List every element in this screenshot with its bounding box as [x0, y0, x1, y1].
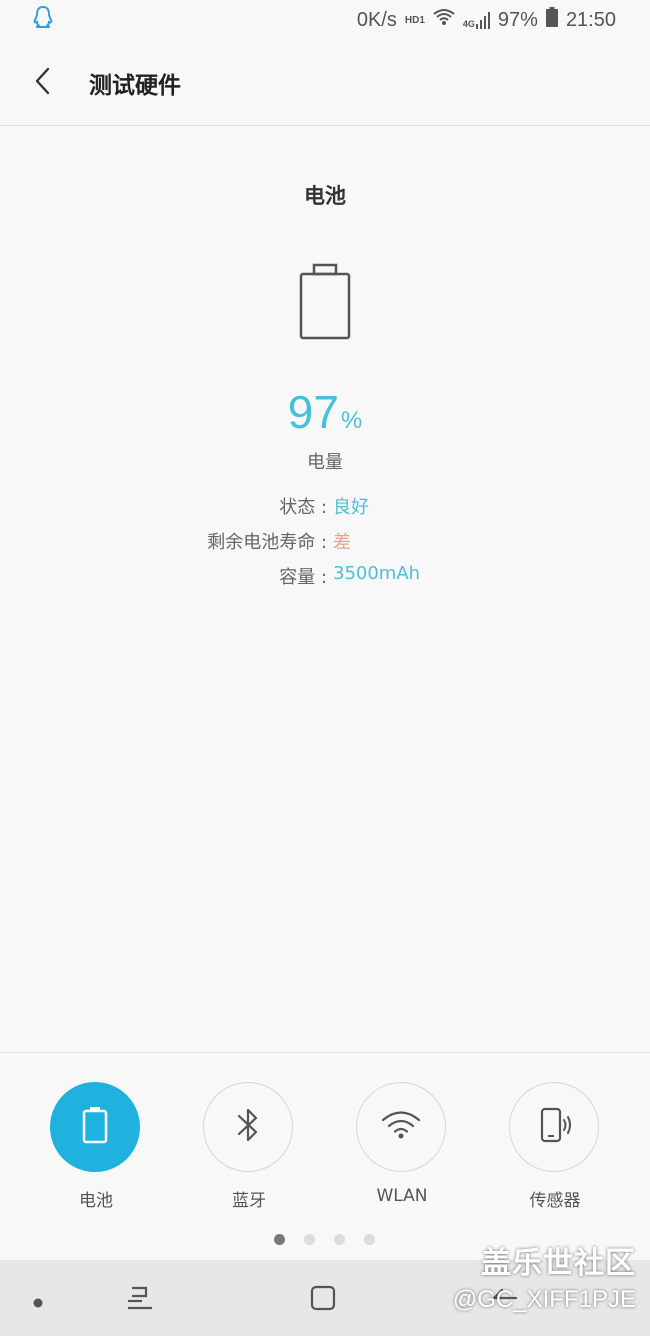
watermark-handle: @GC_XIFF1PJE — [452, 1286, 636, 1313]
wifi-status-icon — [433, 8, 455, 32]
status-bar: 0K/s HD1 4G 97% 21:50 — [0, 0, 650, 40]
info-label: 剩余电池寿命 : — [207, 532, 327, 553]
page-dot-1[interactable] — [274, 1234, 285, 1245]
battery-percent: 97% — [497, 8, 538, 31]
tool-circle — [203, 1082, 293, 1172]
info-label: 容量 : — [279, 567, 327, 588]
clock: 21:50 — [565, 8, 616, 31]
battery-large-icon — [298, 262, 352, 346]
info-value: 良好 — [333, 497, 369, 518]
battery-percent-display: 97% — [0, 385, 650, 439]
network-speed: 0K/s — [356, 8, 397, 31]
chevron-left-icon — [35, 67, 51, 99]
tool-label: 蓝牙 — [232, 1191, 266, 1211]
info-value: 3500mAh — [333, 563, 421, 584]
tool-label: 传感器 — [529, 1191, 581, 1211]
battery-icon — [82, 1106, 108, 1148]
charge-label: 电量 — [307, 452, 343, 473]
tool-wlan-button[interactable]: WLAN — [356, 1082, 448, 1206]
percent-unit: % — [340, 407, 363, 434]
tool-bluetooth-button[interactable]: 蓝牙 — [203, 1082, 295, 1211]
watermark-title: 盖乐世社区 — [481, 1247, 636, 1280]
home-button[interactable] — [309, 1284, 337, 1316]
nav-dot-button[interactable] — [33, 1293, 43, 1312]
percent-value: 97 — [287, 386, 339, 438]
bluetooth-icon — [236, 1106, 260, 1148]
wifi-icon — [381, 1110, 421, 1144]
phone-vibrate-icon — [534, 1106, 574, 1148]
home-icon — [309, 1285, 337, 1316]
page-dot-2[interactable] — [304, 1234, 315, 1245]
tool-label: 电池 — [79, 1191, 113, 1211]
page-indicator — [274, 1234, 375, 1245]
back-button[interactable] — [0, 40, 86, 126]
divider — [0, 1052, 650, 1053]
cell-signal-icon: 4G — [463, 11, 490, 29]
section-title: 电池 — [304, 184, 346, 208]
page-dot-4[interactable] — [364, 1234, 375, 1245]
watermark: 盖乐世社区 @GC_XIFF1PJE — [453, 1238, 636, 1314]
recent-apps-button[interactable] — [126, 1284, 154, 1316]
tool-battery-button[interactable]: 电池 — [50, 1082, 142, 1211]
info-value: 差 — [333, 532, 351, 553]
qq-notification-icon — [32, 5, 54, 35]
tool-sensor-button[interactable]: 传感器 — [509, 1082, 601, 1211]
hd-indicator: HD1 — [404, 14, 425, 26]
page-dot-3[interactable] — [334, 1234, 345, 1245]
tool-circle — [356, 1082, 446, 1172]
tool-circle — [509, 1082, 599, 1172]
page-title: 测试硬件 — [89, 72, 181, 99]
dot-icon — [33, 1293, 43, 1312]
tool-label: WLAN — [376, 1186, 428, 1206]
info-label: 状态 : — [279, 497, 327, 518]
recent-apps-icon — [126, 1286, 154, 1316]
network-type: 4G — [462, 19, 475, 29]
app-header: 测试硬件 — [0, 40, 650, 126]
battery-status-icon — [545, 7, 558, 33]
tool-circle — [50, 1082, 140, 1172]
